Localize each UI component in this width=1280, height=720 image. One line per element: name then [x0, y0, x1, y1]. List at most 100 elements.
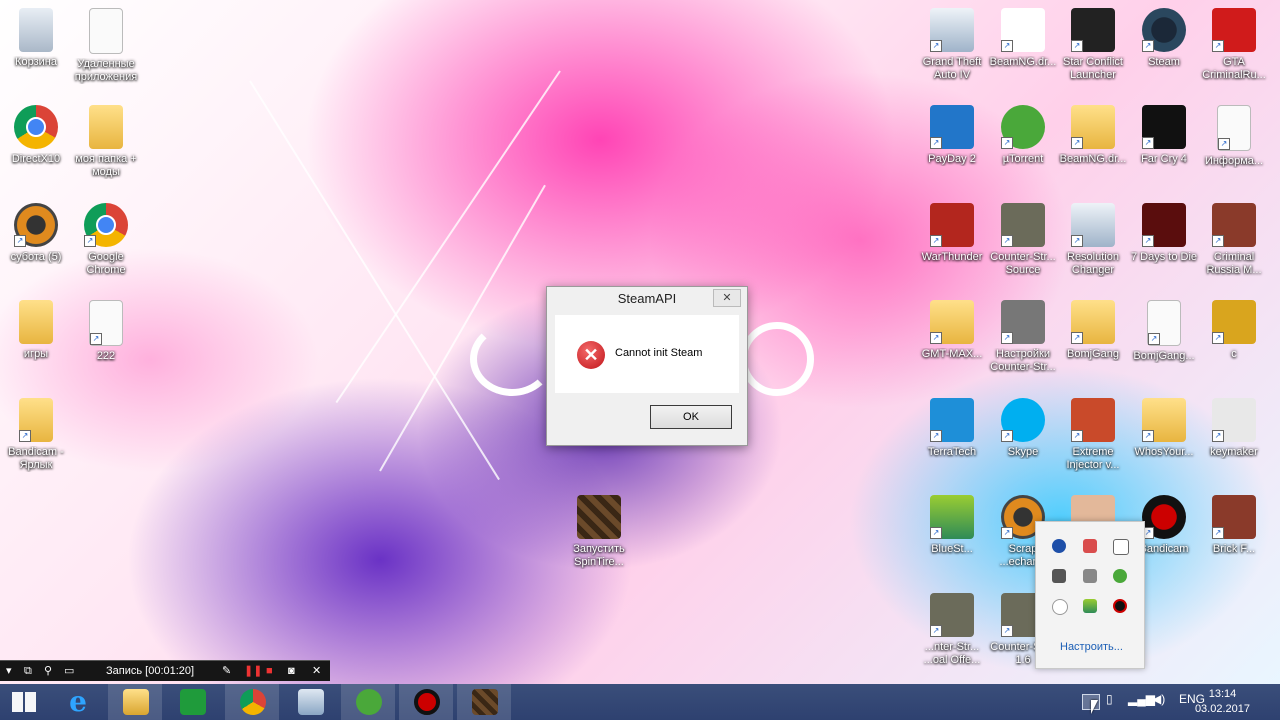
icon-label: Steam [1148, 56, 1180, 68]
close-icon[interactable]: ✕ [312, 664, 321, 678]
desktop-icon-directx10[interactable]: DirectX10 [0, 105, 72, 166]
icon-label: 222 [96, 350, 116, 362]
shortcut-arrow-icon: ↗ [1001, 332, 1013, 344]
chrome-icon [240, 689, 266, 715]
desktop-icon-right[interactable]: ↗ c [1198, 300, 1270, 361]
desktop-icon-right[interactable]: ↗ TerraTech [916, 398, 988, 459]
taskbar-store[interactable] [165, 684, 219, 720]
customize-link[interactable]: Настроить... [1060, 641, 1123, 653]
desktop-icon-right[interactable]: ↗ BomjGang... [1128, 300, 1200, 363]
icon-label: c [1231, 348, 1237, 360]
logo-arc [470, 322, 554, 396]
folder-icon: ↗ [930, 300, 974, 344]
taskbar-chrome[interactable] [225, 684, 279, 720]
bandicam-record-bar: ▾ ⧉ ⚲ ▭ Запись [00:01:20] ✎ ❚❚ ■ ◙ ✕ [0, 660, 330, 681]
desktop-icon-right[interactable]: ↗ WarThunder [916, 203, 988, 264]
window-icon[interactable]: ⧉ [24, 664, 32, 678]
region-icon[interactable]: ▭ [64, 664, 74, 678]
start-button[interactable] [0, 684, 54, 720]
taskbar-bandicam[interactable] [399, 684, 453, 720]
bandicam-icon[interactable] [1113, 599, 1127, 613]
desktop-icon-right[interactable]: ↗ Информа... [1198, 105, 1270, 168]
search-icon[interactable]: ⚲ [44, 664, 52, 678]
desktop-icon-right[interactable]: ↗ Criminal Russia M... [1198, 203, 1270, 277]
desktop-icon-222[interactable]: ↗ 222 [70, 300, 142, 363]
desktop-icon-bandicam-shortcut[interactable]: ↗ Bandicam - Ярлык [0, 398, 72, 472]
spintires-icon [577, 495, 621, 539]
desktop-icon-right[interactable]: ↗ Brick F... [1198, 495, 1270, 556]
desktop-icon-right[interactable]: ↗ WhosYour... [1128, 398, 1200, 459]
icon-label: TerraTech [927, 446, 977, 458]
taskbar-explorer[interactable] [108, 684, 162, 720]
desktop-icon-spintires[interactable]: Запустить SpinTire... [563, 495, 635, 569]
desktop-icon-games[interactable]: игры [0, 300, 72, 361]
game-tray-icon[interactable] [1083, 569, 1097, 583]
desktop-icon-right[interactable]: ↗ Counter-Str... Source [987, 203, 1059, 277]
dialog-message: Cannot init Steam [615, 347, 703, 359]
collapse-icon[interactable]: ▾ [6, 664, 12, 678]
desktop-icon-right[interactable]: ↗ GTA CriminalRu... [1198, 8, 1270, 82]
app-tray-icon[interactable] [1083, 539, 1097, 553]
camera-icon[interactable]: ◙ [288, 664, 295, 678]
desktop-icon-right[interactable]: ↗ Extreme Injector v... [1057, 398, 1129, 472]
icon-label: Grand Theft Auto IV [922, 56, 982, 81]
flag-icon[interactable] [1113, 539, 1129, 555]
ok-button[interactable]: OK [650, 405, 732, 429]
desktop-icon-subota[interactable]: ↗ субота (5) [0, 203, 72, 264]
utorrent-icon[interactable] [1113, 569, 1127, 583]
desktop-icon-right[interactable]: ↗ Настройки Counter-Str... [987, 300, 1059, 374]
desktop-icon-right[interactable]: ↗ 7 Days to Die [1128, 203, 1200, 264]
desktop-icon-google-chrome[interactable]: ↗ Google Chrome [70, 203, 142, 277]
taskbar-ie[interactable]: e [50, 684, 104, 720]
icon-label: Настройки Counter-Str... [990, 348, 1056, 373]
desktop-icon-right[interactable]: ↗ BlueSt... [916, 495, 988, 556]
shortcut-arrow-icon: ↗ [1001, 137, 1013, 149]
internet-explorer-icon: e [69, 685, 87, 718]
icon-label: Brick F... [1212, 543, 1256, 555]
desktop-icon-recycle-bin[interactable]: Корзина [0, 8, 72, 69]
icon-label: BeamNG.dr... [989, 56, 1057, 68]
desktop-icon-remote-apps[interactable]: Удаленные приложения [70, 8, 142, 84]
clock[interactable]: 13:14 03.02.2017 [1195, 687, 1250, 717]
icon-label: Удаленные приложения [74, 58, 138, 83]
desktop-icon-right[interactable]: ↗ Grand Theft Auto IV [916, 8, 988, 82]
desktop-icon-right[interactable]: ↗ PayDay 2 [916, 105, 988, 166]
desktop-icon-right[interactable]: ↗ GMT-MAX... [916, 300, 988, 361]
dialog-close-button[interactable]: ✕ [713, 289, 741, 307]
network-icon[interactable]: ▂▄▆ [1128, 692, 1155, 706]
desktop-icon-right[interactable]: ↗ Far Cry 4 [1128, 105, 1200, 166]
shortcut-arrow-icon: ↗ [1142, 235, 1154, 247]
terratech-icon: ↗ [930, 398, 974, 442]
desktop-icon-right[interactable]: ↗ Star Conflict Launcher [1057, 8, 1129, 82]
desktop-icon-right[interactable]: ↗ BeamNG.dr... [987, 8, 1059, 69]
pause-icon[interactable]: ❚❚ [244, 664, 262, 678]
chrome-icon: ↗ [84, 203, 128, 247]
phone-icon[interactable]: ▯ [1106, 692, 1113, 706]
desktop-icon-right[interactable]: ↗ Skype [987, 398, 1059, 459]
pencil-icon[interactable]: ✎ [222, 664, 231, 678]
volume-icon[interactable]: ◀) [1152, 692, 1165, 706]
shortcut-arrow-icon: ↗ [930, 235, 942, 247]
icon-label: GMT-MAX... [921, 348, 983, 360]
bluetooth-icon[interactable] [1052, 539, 1066, 553]
shortcut-arrow-icon: ↗ [930, 430, 942, 442]
desktop-icon-right[interactable]: ↗ keymaker [1198, 398, 1270, 459]
shortcut-arrow-icon: ↗ [930, 40, 942, 52]
taskbar-utorrent[interactable] [341, 684, 395, 720]
desktop-icon-right[interactable]: ↗ BeamNG.dr... [1057, 105, 1129, 166]
taskbar-spintires[interactable] [457, 684, 511, 720]
desktop-icon-right[interactable]: ↗ µTorrent [987, 105, 1059, 166]
taskbar-photos[interactable] [283, 684, 337, 720]
file-explorer-icon [123, 689, 149, 715]
desktop-icon-right[interactable]: ↗ Resolution Changer [1057, 203, 1129, 277]
desktop-icon-right[interactable]: ↗ Steam [1128, 8, 1200, 69]
cloud-icon[interactable] [1052, 599, 1068, 615]
desktop-icon-right[interactable]: ↗ BomjGang [1057, 300, 1129, 361]
desktop-icon-right[interactable]: ↗ ...nter-Str... ...oal Offe... [916, 593, 988, 667]
stop-icon[interactable]: ■ [266, 664, 273, 678]
desktop-icon-my-folder[interactable]: моя папка + моды [70, 105, 142, 179]
bluestacks-icon[interactable] [1083, 599, 1097, 613]
icon-label: игры [23, 348, 49, 360]
device-icon[interactable] [1052, 569, 1066, 583]
star-conflict-icon: ↗ [1071, 8, 1115, 52]
